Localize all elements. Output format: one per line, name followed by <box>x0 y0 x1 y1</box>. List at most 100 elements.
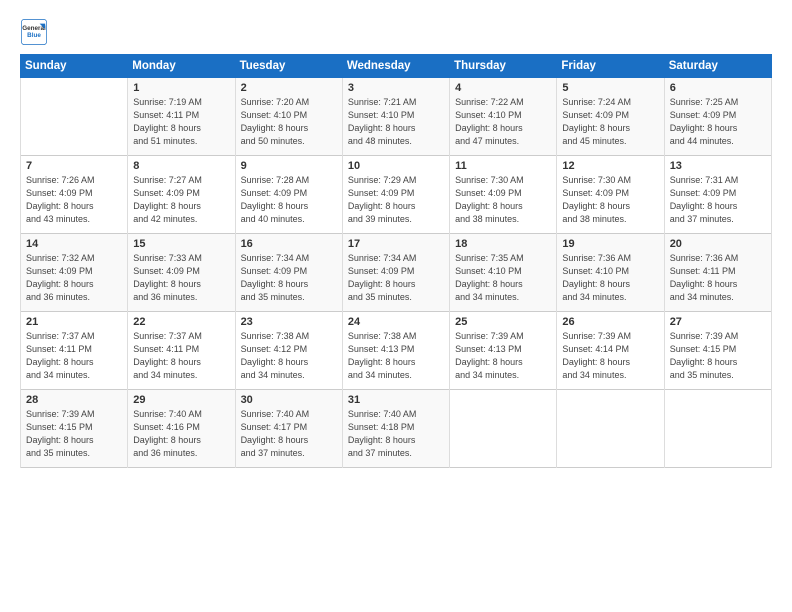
day-number: 16 <box>241 238 338 250</box>
calendar-cell <box>450 390 557 468</box>
cell-info: Sunrise: 7:37 AMSunset: 4:11 PMDaylight:… <box>26 330 123 382</box>
calendar-cell: 8 Sunrise: 7:27 AMSunset: 4:09 PMDaylight… <box>128 156 235 234</box>
calendar-cell: 30 Sunrise: 7:40 AMSunset: 4:17 PMDayligh… <box>235 390 342 468</box>
col-header-sunday: Sunday <box>21 55 128 78</box>
day-number: 31 <box>348 394 445 406</box>
calendar-cell <box>664 390 771 468</box>
calendar-cell: 24 Sunrise: 7:38 AMSunset: 4:13 PMDayligh… <box>342 312 449 390</box>
calendar-cell: 27Sunrise: 7:39 AMSunset: 4:15 PMDayligh… <box>664 312 771 390</box>
day-number: 2 <box>241 82 338 94</box>
calendar-cell: 23 Sunrise: 7:38 AMSunset: 4:12 PMDayligh… <box>235 312 342 390</box>
day-number: 4 <box>455 82 552 94</box>
page-header: General Blue <box>20 18 772 46</box>
day-number: 10 <box>348 160 445 172</box>
cell-info: Sunrise: 7:35 AMSunset: 4:10 PMDaylight:… <box>455 252 552 304</box>
calendar-cell: 11 Sunrise: 7:30 AMSunset: 4:09 PMDayligh… <box>450 156 557 234</box>
day-number: 11 <box>455 160 552 172</box>
calendar-cell: 28Sunrise: 7:39 AMSunset: 4:15 PMDayligh… <box>21 390 128 468</box>
calendar-cell: 31Sunrise: 7:40 AMSunset: 4:18 PMDayligh… <box>342 390 449 468</box>
calendar-cell: 4 Sunrise: 7:22 AMSunset: 4:10 PMDaylight… <box>450 78 557 156</box>
cell-info: Sunrise: 7:38 AMSunset: 4:13 PMDaylight:… <box>348 330 445 382</box>
cell-info: Sunrise: 7:22 AMSunset: 4:10 PMDaylight:… <box>455 96 552 148</box>
cell-info: Sunrise: 7:30 AMSunset: 4:09 PMDaylight:… <box>455 174 552 226</box>
cell-info: Sunrise: 7:34 AMSunset: 4:09 PMDaylight:… <box>348 252 445 304</box>
day-number: 21 <box>26 316 123 328</box>
cell-info: Sunrise: 7:31 AMSunset: 4:09 PMDaylight:… <box>670 174 767 226</box>
calendar-cell: 20 Sunrise: 7:36 AMSunset: 4:11 PMDayligh… <box>664 234 771 312</box>
day-number: 8 <box>133 160 230 172</box>
day-number: 30 <box>241 394 338 406</box>
col-header-tuesday: Tuesday <box>235 55 342 78</box>
calendar-week-row: 7Sunrise: 7:26 AMSunset: 4:09 PMDaylight… <box>21 156 772 234</box>
calendar-cell: 9 Sunrise: 7:28 AMSunset: 4:09 PMDaylight… <box>235 156 342 234</box>
day-number: 14 <box>26 238 123 250</box>
calendar-cell: 16 Sunrise: 7:34 AMSunset: 4:09 PMDayligh… <box>235 234 342 312</box>
svg-text:Blue: Blue <box>27 32 41 39</box>
cell-info: Sunrise: 7:37 AMSunset: 4:11 PMDaylight:… <box>133 330 230 382</box>
day-number: 1 <box>133 82 230 94</box>
cell-info: Sunrise: 7:30 AMSunset: 4:09 PMDaylight:… <box>562 174 659 226</box>
calendar-week-row: 28Sunrise: 7:39 AMSunset: 4:15 PMDayligh… <box>21 390 772 468</box>
calendar-cell: 29 Sunrise: 7:40 AMSunset: 4:16 PMDayligh… <box>128 390 235 468</box>
calendar-cell: 14 Sunrise: 7:32 AMSunset: 4:09 PMDayligh… <box>21 234 128 312</box>
cell-info: Sunrise: 7:33 AMSunset: 4:09 PMDaylight:… <box>133 252 230 304</box>
calendar-week-row: 14 Sunrise: 7:32 AMSunset: 4:09 PMDayligh… <box>21 234 772 312</box>
calendar-cell: 18 Sunrise: 7:35 AMSunset: 4:10 PMDayligh… <box>450 234 557 312</box>
day-number: 3 <box>348 82 445 94</box>
calendar-header-row: SundayMondayTuesdayWednesdayThursdayFrid… <box>21 55 772 78</box>
cell-info: Sunrise: 7:27 AMSunset: 4:09 PMDaylight:… <box>133 174 230 226</box>
day-number: 29 <box>133 394 230 406</box>
calendar-cell: 5Sunrise: 7:24 AMSunset: 4:09 PMDaylight… <box>557 78 664 156</box>
day-number: 23 <box>241 316 338 328</box>
cell-info: Sunrise: 7:26 AMSunset: 4:09 PMDaylight:… <box>26 174 123 226</box>
calendar-cell: 10 Sunrise: 7:29 AMSunset: 4:09 PMDayligh… <box>342 156 449 234</box>
col-header-saturday: Saturday <box>664 55 771 78</box>
calendar-cell: 21 Sunrise: 7:37 AMSunset: 4:11 PMDayligh… <box>21 312 128 390</box>
calendar-cell: 3 Sunrise: 7:21 AMSunset: 4:10 PMDaylight… <box>342 78 449 156</box>
day-number: 20 <box>670 238 767 250</box>
day-number: 22 <box>133 316 230 328</box>
day-number: 15 <box>133 238 230 250</box>
calendar-cell: 26 Sunrise: 7:39 AMSunset: 4:14 PMDayligh… <box>557 312 664 390</box>
calendar-cell: 17 Sunrise: 7:34 AMSunset: 4:09 PMDayligh… <box>342 234 449 312</box>
calendar-cell <box>557 390 664 468</box>
day-number: 9 <box>241 160 338 172</box>
cell-info: Sunrise: 7:28 AMSunset: 4:09 PMDaylight:… <box>241 174 338 226</box>
col-header-wednesday: Wednesday <box>342 55 449 78</box>
cell-info: Sunrise: 7:39 AMSunset: 4:15 PMDaylight:… <box>670 330 767 382</box>
col-header-thursday: Thursday <box>450 55 557 78</box>
logo: General Blue <box>20 18 48 46</box>
calendar-cell <box>21 78 128 156</box>
cell-info: Sunrise: 7:39 AMSunset: 4:14 PMDaylight:… <box>562 330 659 382</box>
col-header-friday: Friday <box>557 55 664 78</box>
calendar-page: General Blue SundayMondayTuesdayWednesda… <box>0 0 792 612</box>
cell-info: Sunrise: 7:25 AMSunset: 4:09 PMDaylight:… <box>670 96 767 148</box>
cell-info: Sunrise: 7:36 AMSunset: 4:11 PMDaylight:… <box>670 252 767 304</box>
day-number: 5 <box>562 82 659 94</box>
cell-info: Sunrise: 7:39 AMSunset: 4:15 PMDaylight:… <box>26 408 123 460</box>
day-number: 13 <box>670 160 767 172</box>
day-number: 19 <box>562 238 659 250</box>
day-number: 17 <box>348 238 445 250</box>
day-number: 26 <box>562 316 659 328</box>
cell-info: Sunrise: 7:20 AMSunset: 4:10 PMDaylight:… <box>241 96 338 148</box>
cell-info: Sunrise: 7:40 AMSunset: 4:17 PMDaylight:… <box>241 408 338 460</box>
cell-info: Sunrise: 7:34 AMSunset: 4:09 PMDaylight:… <box>241 252 338 304</box>
calendar-cell: 6 Sunrise: 7:25 AMSunset: 4:09 PMDaylight… <box>664 78 771 156</box>
logo-icon: General Blue <box>20 18 48 46</box>
day-number: 6 <box>670 82 767 94</box>
cell-info: Sunrise: 7:40 AMSunset: 4:16 PMDaylight:… <box>133 408 230 460</box>
calendar-cell: 2 Sunrise: 7:20 AMSunset: 4:10 PMDaylight… <box>235 78 342 156</box>
calendar-cell: 15 Sunrise: 7:33 AMSunset: 4:09 PMDayligh… <box>128 234 235 312</box>
calendar-cell: 19 Sunrise: 7:36 AMSunset: 4:10 PMDayligh… <box>557 234 664 312</box>
day-number: 24 <box>348 316 445 328</box>
day-number: 18 <box>455 238 552 250</box>
calendar-cell: 25Sunrise: 7:39 AMSunset: 4:13 PMDayligh… <box>450 312 557 390</box>
cell-info: Sunrise: 7:39 AMSunset: 4:13 PMDaylight:… <box>455 330 552 382</box>
cell-info: Sunrise: 7:36 AMSunset: 4:10 PMDaylight:… <box>562 252 659 304</box>
cell-info: Sunrise: 7:21 AMSunset: 4:10 PMDaylight:… <box>348 96 445 148</box>
cell-info: Sunrise: 7:29 AMSunset: 4:09 PMDaylight:… <box>348 174 445 226</box>
day-number: 12 <box>562 160 659 172</box>
cell-info: Sunrise: 7:38 AMSunset: 4:12 PMDaylight:… <box>241 330 338 382</box>
cell-info: Sunrise: 7:32 AMSunset: 4:09 PMDaylight:… <box>26 252 123 304</box>
